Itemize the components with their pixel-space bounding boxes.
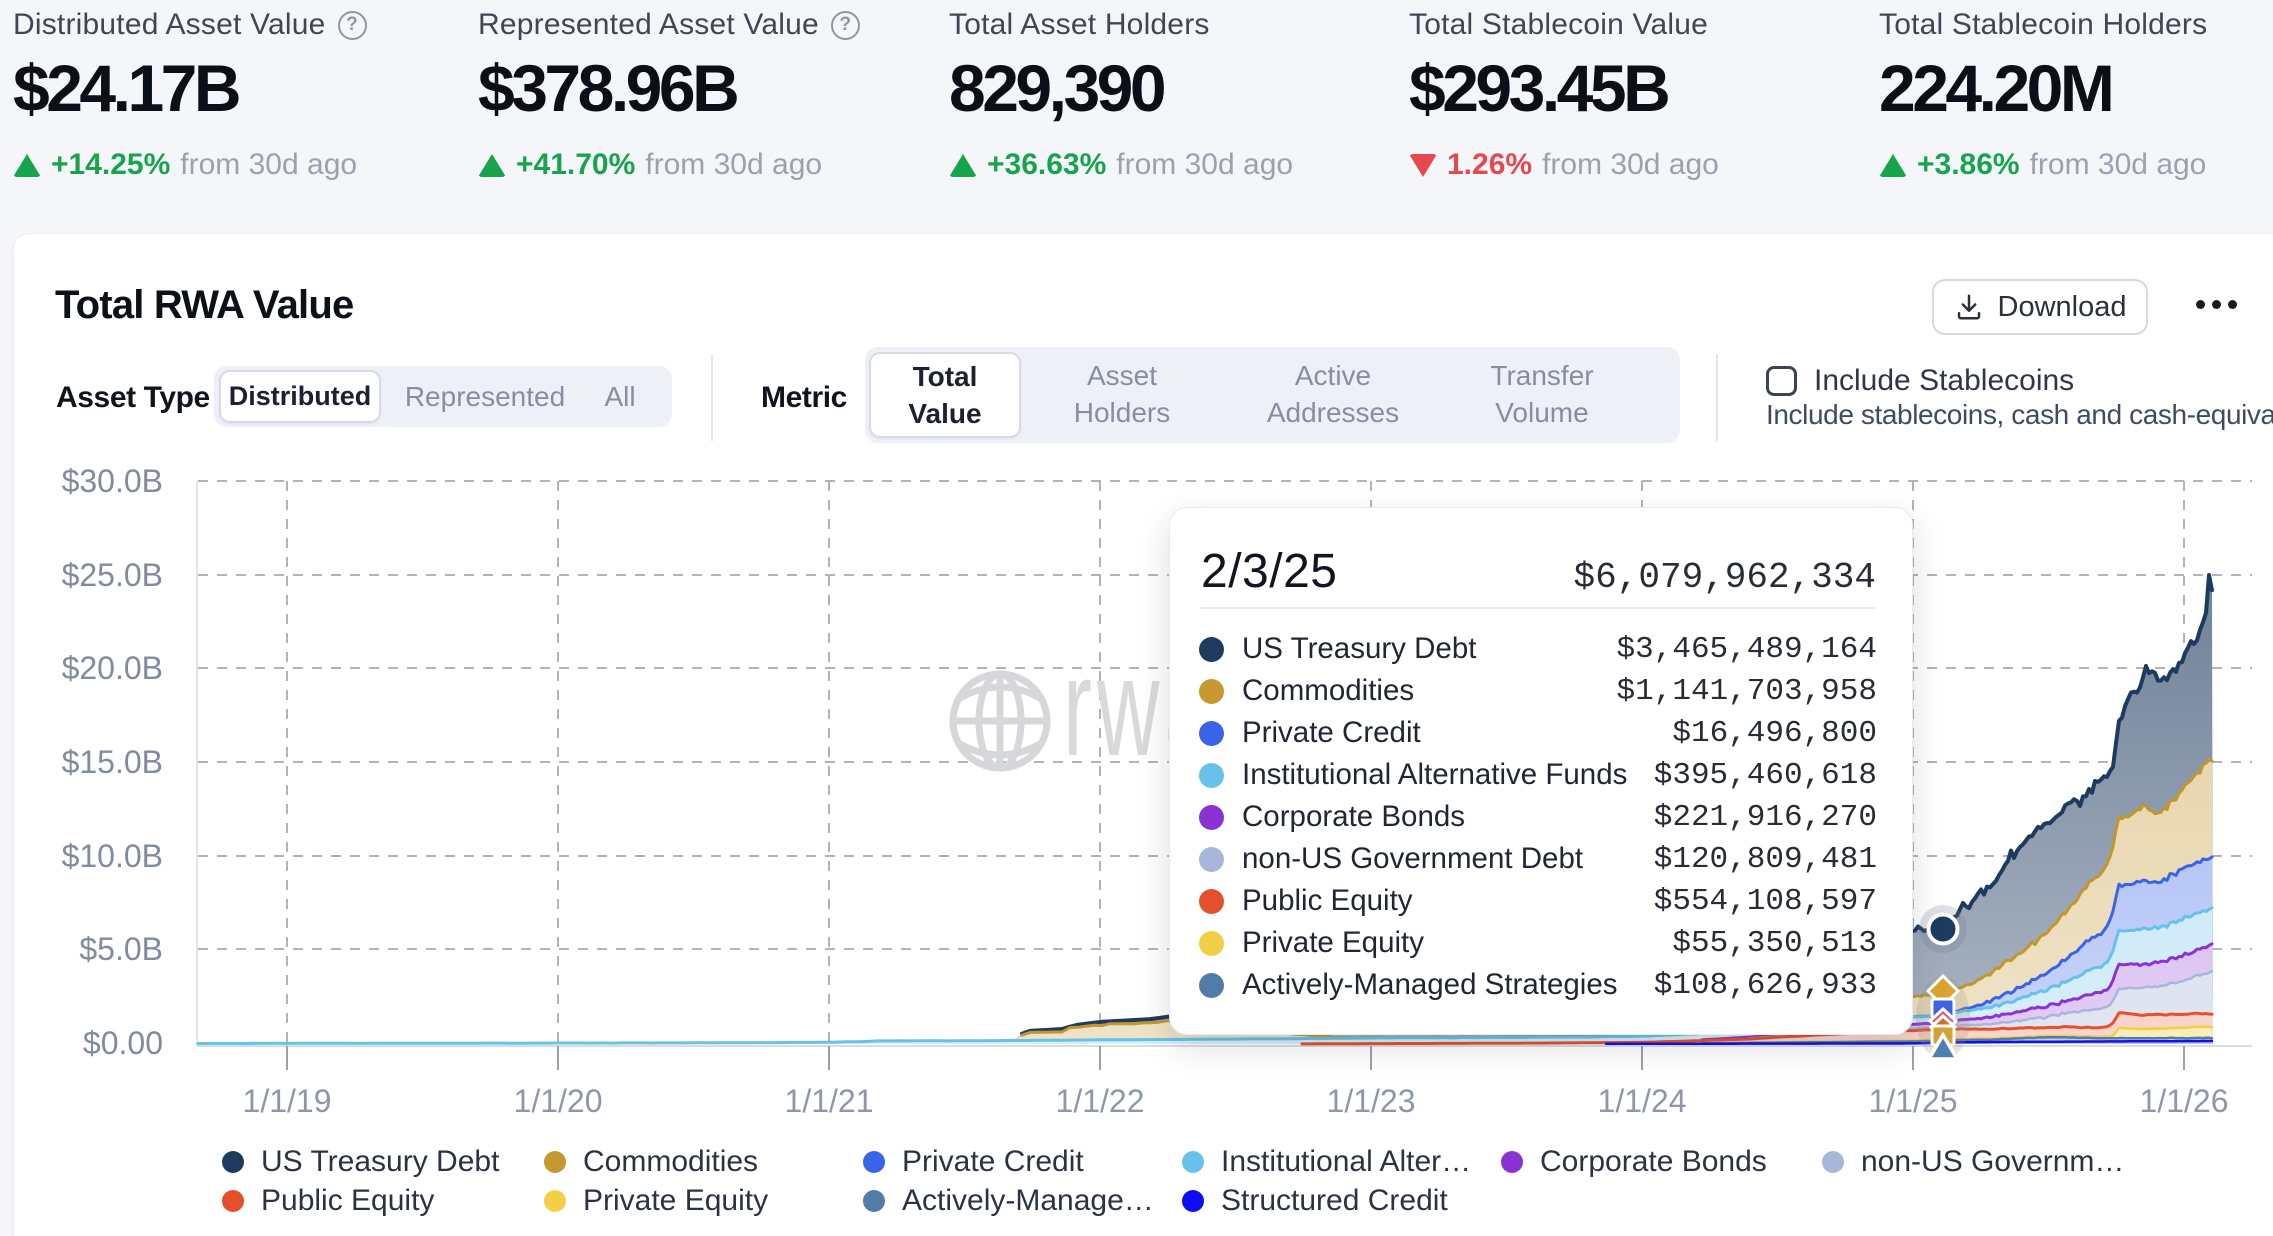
svg-text:$10.0B: $10.0B [62,838,163,874]
svg-text:$20.0B: $20.0B [62,650,163,686]
svg-text:1/1/26: 1/1/26 [2140,1083,2229,1119]
svg-text:$0.00: $0.00 [83,1025,163,1061]
svg-text:1/1/22: 1/1/22 [1056,1083,1145,1119]
svg-text:1/1/23: 1/1/23 [1327,1083,1416,1119]
svg-text:1/1/21: 1/1/21 [785,1083,874,1119]
svg-text:1/1/24: 1/1/24 [1598,1083,1687,1119]
svg-text:1/1/25: 1/1/25 [1869,1083,1958,1119]
svg-text:$25.0B: $25.0B [62,557,163,593]
svg-text:1/1/19: 1/1/19 [243,1083,332,1119]
svg-text:1/1/20: 1/1/20 [514,1083,603,1119]
svg-text:$15.0B: $15.0B [62,744,163,780]
svg-text:$5.0B: $5.0B [79,931,163,967]
svg-text:$30.0B: $30.0B [62,463,163,499]
